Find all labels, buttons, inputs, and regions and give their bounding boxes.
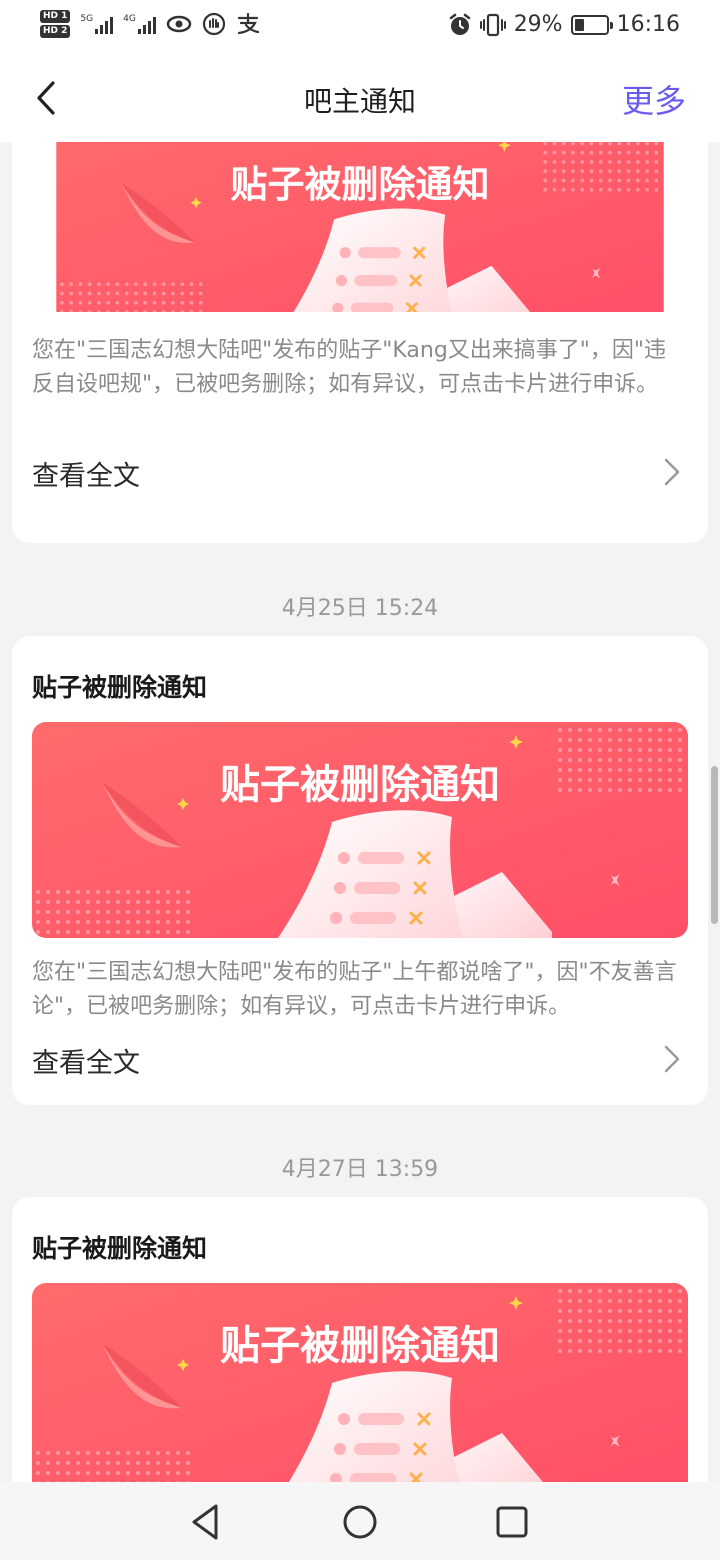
timestamp: 4月27日 13:59 [281,1157,439,1182]
view-full-text-link[interactable]: 查看全文 [32,454,140,493]
status-bar-left: HD 1 HD 2 5G 4G [40,10,260,38]
chevron-right-icon[interactable] [662,457,682,487]
system-navigation-bar [0,1482,720,1560]
notification-title: 贴子被删除通知 [32,1234,208,1263]
top-nav-bar: 吧主通知 更多 [0,56,720,142]
page-title: 吧主通知 [303,85,416,118]
status-bar: HD 1 HD 2 5G 4G 29% 16:16 [0,0,720,56]
home-circle-icon[interactable] [338,1500,382,1544]
banner-title: 贴子被删除通知 [220,762,500,808]
notification-card[interactable]: 贴子被删除通知 贴子被删除通知 您在"三国志幻想大陆吧"发布的贴子"上午都说啥了… [12,636,708,1105]
alipay-icon [237,13,259,35]
notification-card[interactable]: 贴子被删除通知 您在"三国志幻想大陆吧"发布的贴子"Kang又出来搞事了"，因"… [12,142,708,543]
chevron-right-icon[interactable] [662,1044,682,1074]
notification-banner[interactable]: 贴子被删除通知 [32,142,688,312]
notification-title: 贴子被删除通知 [32,673,208,702]
signal-5g-icon: 5G [80,14,114,34]
eye-icon [166,15,192,33]
more-button[interactable]: 更多 [622,76,686,122]
vibrate-icon [479,13,506,36]
scrollbar[interactable] [711,766,718,924]
hd-indicators: HD 1 HD 2 [40,10,71,38]
recents-square-icon[interactable] [490,1500,534,1544]
notification-list[interactable]: 贴子被删除通知 您在"三国志幻想大陆吧"发布的贴子"Kang又出来搞事了"，因"… [0,142,720,1482]
notification-card[interactable]: 贴子被删除通知 贴子被删除通知 [12,1197,708,1482]
hd1-badge: HD 1 [40,10,71,23]
hd2-badge: HD 2 [40,25,71,38]
banner-title: 贴子被删除通知 [220,1323,500,1369]
alarm-icon [449,13,470,35]
battery-icon [570,14,613,35]
notification-text: 您在"三国志幻想大陆吧"发布的贴子"上午都说啥了"，因"不友善言论"，已被吧务删… [32,960,677,1019]
status-time: 16:16 [616,12,680,37]
timestamp: 4月25日 15:24 [281,596,439,621]
view-full-text-link[interactable]: 查看全文 [32,1041,140,1080]
signal-4g-label: 4G [123,14,136,24]
notification-banner[interactable]: 贴子被删除通知 [32,722,688,938]
hand-icon [202,12,225,36]
signal-4g-icon: 4G [123,14,156,34]
notification-banner[interactable]: 贴子被删除通知 [32,1283,688,1482]
signal-5g-label: 5G [80,14,94,24]
back-triangle-icon[interactable] [184,1500,228,1544]
status-bar-right: 29% 16:16 [448,12,680,37]
battery-percent: 29% [513,12,563,37]
banner-title: 贴子被删除通知 [230,163,489,206]
notification-text: 您在"三国志幻想大陆吧"发布的贴子"Kang又出来搞事了"，因"违反自设吧规"，… [32,338,667,397]
